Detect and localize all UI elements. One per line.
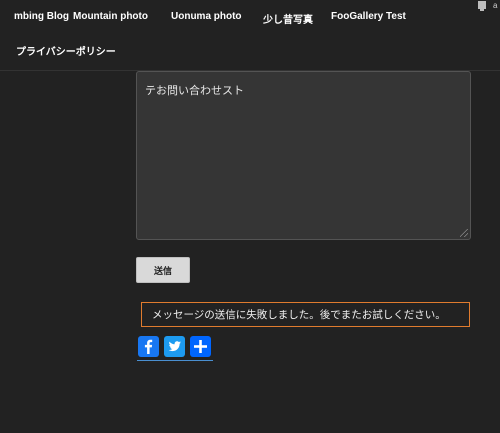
nav-item-mountain-photo[interactable]: Mountain photo — [73, 11, 148, 22]
facebook-icon — [144, 339, 153, 354]
add-share-button[interactable] — [190, 336, 211, 357]
facebook-share-button[interactable] — [138, 336, 159, 357]
message-textarea[interactable]: テお問い合わせスト — [136, 71, 471, 240]
admin-bar-label[interactable]: a — [493, 1, 497, 10]
error-message-box: メッセージの送信に失敗しました。後でまたお試しください。 — [141, 302, 470, 327]
nav-item-foogallery-test[interactable]: FooGallery Test — [331, 11, 406, 22]
error-message-text: メッセージの送信に失敗しました。後でまたお試しください。 — [152, 309, 446, 321]
nav-item-climbing-blog[interactable]: mbing Blog — [14, 11, 69, 22]
resize-grip-icon[interactable] — [460, 229, 468, 237]
nav-item-uonuma-photo[interactable]: Uonuma photo — [171, 11, 242, 22]
message-textarea-value: テお問い合わせスト — [145, 84, 244, 97]
nav-item-privacy-policy[interactable]: プライバシーポリシー — [16, 43, 116, 58]
share-buttons — [137, 336, 213, 361]
top-navigation: mbing Blog Mountain photo Uonuma photo 少… — [0, 0, 500, 71]
nav-item-old-photos[interactable]: 少し昔写真 — [263, 11, 313, 26]
twitter-share-button[interactable] — [164, 336, 185, 357]
send-button[interactable]: 送信 — [136, 257, 190, 283]
add-share-icon — [194, 340, 207, 353]
admin-bar-icon[interactable] — [478, 1, 486, 11]
twitter-icon — [168, 341, 181, 352]
